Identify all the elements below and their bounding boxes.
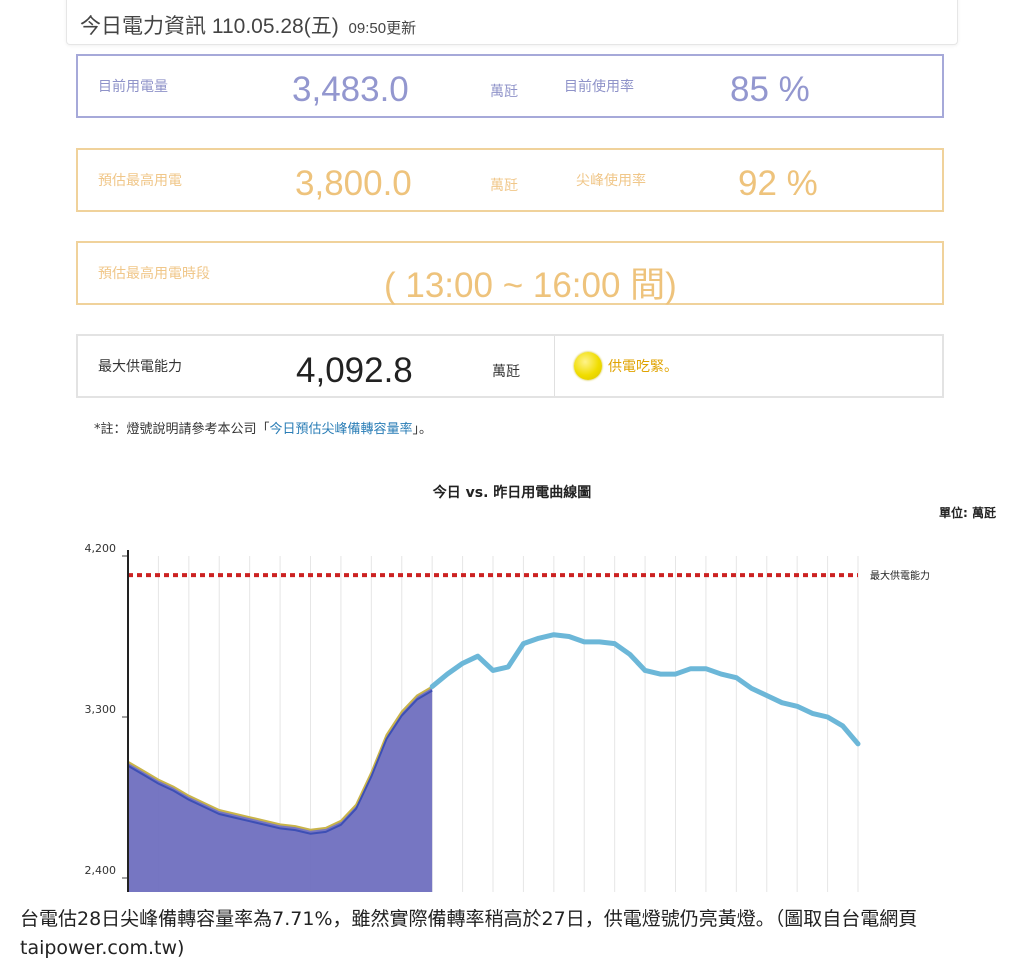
supply-capacity-box: 最大供電能力 4,092.8 萬瓩 供電吃緊。	[76, 334, 944, 398]
supply-capacity-value: 4,092.8	[296, 351, 413, 390]
supply-status: 供電吃緊。	[608, 359, 678, 375]
update-time: 09:50更新	[348, 20, 417, 37]
note-suffix: 」。	[412, 422, 433, 437]
note-prefix: *註：燈號說明請參考本公司「	[94, 422, 270, 437]
peak-rate-label: 尖峰使用率	[576, 173, 646, 189]
forecast-peak-box: 預估最高用電 3,800.0 萬瓩 尖峰使用率 92 %	[76, 148, 944, 212]
current-load-value: 3,483.0	[292, 70, 409, 109]
box-divider	[554, 336, 555, 396]
current-load-unit: 萬瓩	[490, 84, 518, 100]
page-title: 今日電力資訊 110.05.28(五) 09:50更新	[80, 10, 416, 40]
supply-capacity-unit: 萬瓩	[492, 364, 520, 380]
chart-unit: 單位: 萬瓩	[939, 506, 996, 520]
forecast-peak-value: 3,800.0	[295, 164, 412, 203]
yellow-lamp-icon	[574, 352, 602, 380]
supply-capacity-label: 最大供電能力	[98, 359, 182, 375]
reserve-rate-link[interactable]: 今日預估尖峰備轉容量率	[270, 422, 413, 437]
y-tick-label: 3,300	[85, 703, 117, 716]
photo-caption: 台電估28日尖峰備轉容量率為7.71%，雖然實際備轉率稍高於27日，供電燈號仍亮…	[20, 908, 918, 959]
forecast-peak-unit: 萬瓩	[490, 178, 518, 194]
forecast-period-label: 預估最高用電時段	[98, 266, 210, 282]
chart-title: 今日 vs. 昨日用電曲線圖	[432, 485, 592, 501]
forecast-period-box: 預估最高用電時段 ( 13:00 ~ 16:00 間)	[76, 241, 944, 305]
load-curve-chart: 2,400 3,300 4,200 最大供電能力	[85, 542, 930, 892]
current-rate-value: 85 %	[730, 70, 810, 109]
forecast-period-value: ( 13:00 ~ 16:00 間)	[384, 266, 677, 305]
current-rate-label: 目前使用率	[564, 79, 634, 95]
current-load-label: 目前用電量	[98, 79, 168, 95]
header-title-text: 今日電力資訊 110.05.28(五)	[80, 15, 339, 38]
current-load-box: 目前用電量 3,483.0 萬瓩 目前使用率 85 %	[76, 54, 944, 118]
forecast-peak-label: 預估最高用電	[98, 173, 182, 189]
note: *註：燈號說明請參考本公司「今日預估尖峰備轉容量率」。	[94, 418, 432, 437]
peak-rate-value: 92 %	[738, 164, 818, 203]
y-tick-label: 4,200	[85, 542, 117, 555]
y-tick-label: 2,400	[85, 864, 117, 877]
capacity-line-label: 最大供電能力	[870, 569, 930, 582]
